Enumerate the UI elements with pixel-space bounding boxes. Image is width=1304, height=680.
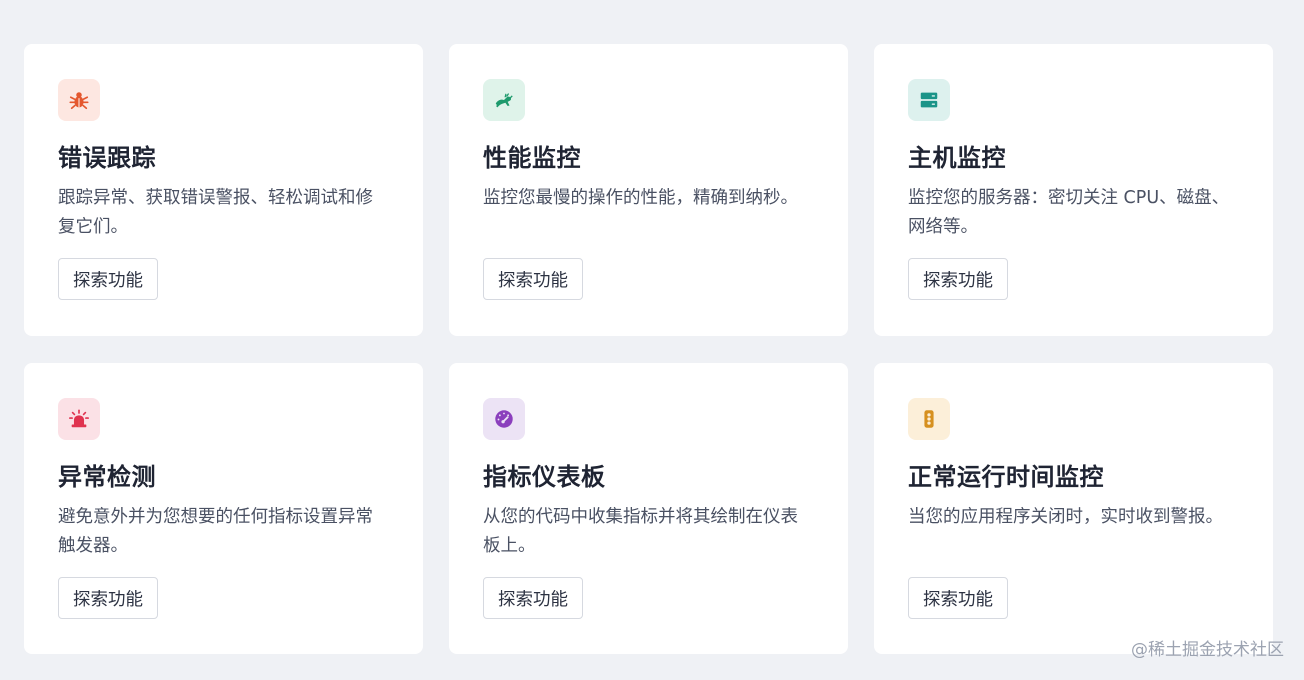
icon-container <box>908 398 950 440</box>
explore-features-button[interactable]: 探索功能 <box>908 258 1008 300</box>
feature-card-host-monitoring: 主机监控 监控您的服务器：密切关注 CPU、磁盘、网络等。 探索功能 <box>874 44 1273 336</box>
explore-features-button[interactable]: 探索功能 <box>483 258 583 300</box>
feature-card-uptime-monitoring: 正常运行时间监控 当您的应用程序关闭时，实时收到警报。 探索功能 <box>874 363 1273 654</box>
feature-card-metrics-dashboard: 指标仪表板 从您的代码中收集指标并将其绘制在仪表板上。 探索功能 <box>449 363 848 654</box>
traffic-light-icon <box>924 410 934 428</box>
feature-grid: 错误跟踪 跟踪异常、获取错误警报、轻松调试和修复它们。 探索功能 性能监控 监控… <box>24 44 1273 654</box>
card-title: 性能监控 <box>483 144 581 172</box>
explore-features-button[interactable]: 探索功能 <box>58 577 158 619</box>
card-description: 避免意外并为您想要的任何指标设置异常触发器。 <box>58 507 373 556</box>
icon-container <box>483 79 525 121</box>
card-title: 正常运行时间监控 <box>908 463 1104 491</box>
card-description: 跟踪异常、获取错误警报、轻松调试和修复它们。 <box>58 188 373 237</box>
gauge-icon <box>495 410 513 428</box>
icon-container <box>58 398 100 440</box>
feature-card-anomaly-detection: 异常检测 避免意外并为您想要的任何指标设置异常触发器。 探索功能 <box>24 363 423 654</box>
card-title: 异常检测 <box>58 463 156 491</box>
card-title: 指标仪表板 <box>483 463 606 491</box>
card-description: 从您的代码中收集指标并将其绘制在仪表板上。 <box>483 507 798 556</box>
explore-features-button[interactable]: 探索功能 <box>58 258 158 300</box>
feature-card-performance-monitoring: 性能监控 监控您最慢的操作的性能，精确到纳秒。 探索功能 <box>449 44 848 336</box>
card-title: 主机监控 <box>908 144 1006 172</box>
bug-icon <box>69 92 89 110</box>
card-description: 监控您最慢的操作的性能，精确到纳秒。 <box>483 188 798 208</box>
explore-features-button[interactable]: 探索功能 <box>483 577 583 619</box>
siren-icon <box>69 409 89 428</box>
rabbit-icon <box>495 93 513 108</box>
icon-container <box>58 79 100 121</box>
explore-features-button[interactable]: 探索功能 <box>908 577 1008 619</box>
card-title: 错误跟踪 <box>58 144 156 172</box>
card-description: 监控您的服务器：密切关注 CPU、磁盘、网络等。 <box>908 188 1230 237</box>
icon-container <box>483 398 525 440</box>
icon-container <box>908 79 950 121</box>
feature-card-error-tracking: 错误跟踪 跟踪异常、获取错误警报、轻松调试和修复它们。 探索功能 <box>24 44 423 336</box>
card-description: 当您的应用程序关闭时，实时收到警报。 <box>908 507 1223 527</box>
server-icon <box>920 92 938 108</box>
watermark: @稀土掘金技术社区 <box>1131 640 1284 660</box>
